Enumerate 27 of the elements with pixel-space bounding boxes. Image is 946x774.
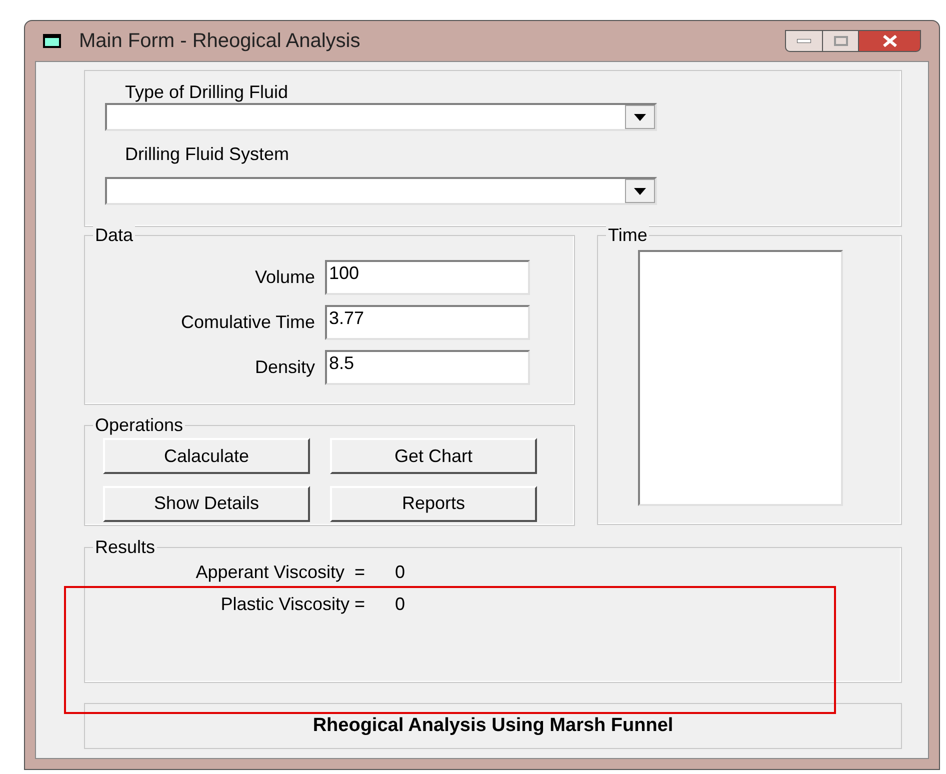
footer-title: Rheogical Analysis Using Marsh Funnel — [312, 714, 674, 738]
command-button[interactable]: Calaculate — [103, 438, 310, 474]
field-label: Comulative Time — [180, 311, 316, 334]
result-value: 0 — [395, 594, 406, 614]
command-button[interactable]: Show Details — [103, 486, 310, 522]
field-label: Volume — [254, 266, 316, 289]
minimize-button[interactable] — [785, 30, 823, 52]
command-button[interactable]: Reports — [330, 486, 537, 522]
dropdown-field[interactable] — [105, 177, 657, 205]
dropdown-field[interactable] — [105, 103, 657, 131]
input-field[interactable]: 3.77 — [325, 305, 530, 340]
minimize-icon — [797, 39, 811, 43]
result-value: 0 — [395, 562, 406, 582]
close-icon — [882, 35, 898, 47]
field-label: Drilling Fluid System — [125, 143, 290, 165]
close-button[interactable] — [859, 30, 921, 52]
window-title: Main Form - Rheogical Analysis — [79, 29, 360, 54]
field-label: Type of Drilling Fluid — [125, 81, 290, 103]
input-field[interactable]: 100 — [325, 260, 530, 295]
result-label: Plastic Viscosity = — [220, 594, 365, 614]
input-field[interactable]: 8.5 — [325, 350, 530, 385]
command-button[interactable]: Get Chart — [330, 438, 537, 474]
maximize-button[interactable] — [823, 30, 859, 52]
maximize-icon — [834, 36, 848, 46]
result-label: Apperant Viscosity = — [194, 562, 365, 582]
field-label: Density — [254, 356, 316, 379]
group-caption: Operations — [93, 415, 186, 435]
